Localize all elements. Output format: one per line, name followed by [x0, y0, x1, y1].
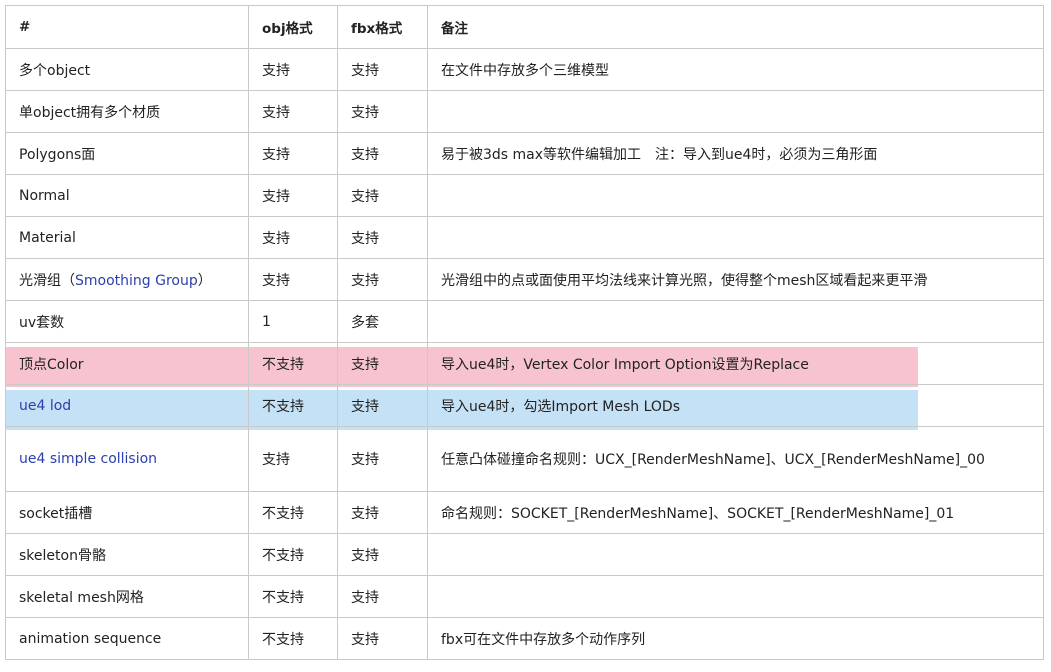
obj-support-cell: 不支持 [248, 491, 338, 534]
note-cell: 导入ue4时，勾选Import Mesh LODs [427, 384, 1044, 427]
table-row: Normal 支持 支持 [5, 174, 1044, 217]
table-row: skeletal mesh网格 不支持 支持 [5, 575, 1044, 618]
smoothing-group-link[interactable]: Smoothing Group [75, 273, 198, 289]
obj-support-cell: 不支持 [248, 384, 338, 427]
fbx-support-cell: 支持 [337, 258, 428, 301]
comparison-table-container: # obj格式 fbx格式 备注 多个object 支持 支持 在文件中存放多个… [5, 5, 1044, 665]
table-row: socket插槽 不支持 支持 命名规则：SOCKET_[RenderMeshN… [5, 491, 1044, 534]
note-cell [427, 90, 1044, 133]
obj-support-cell: 不支持 [248, 617, 338, 660]
note-cell [427, 533, 1044, 576]
fbx-support-cell: 支持 [337, 491, 428, 534]
note-cell: 易于被3ds max等软件编辑加工 注：导入到ue4时，必须为三角形面 [427, 132, 1044, 175]
fbx-support-cell: 支持 [337, 384, 428, 427]
feature-prefix: 光滑组（ [19, 272, 75, 289]
feature-cell: skeleton骨骼 [5, 533, 249, 576]
feature-cell: Polygons面 [5, 132, 249, 175]
note-cell [427, 174, 1044, 217]
feature-cell: Normal [5, 174, 249, 217]
format-comparison-table: # obj格式 fbx格式 备注 多个object 支持 支持 在文件中存放多个… [5, 5, 1044, 660]
feature-cell-link[interactable]: ue4 simple collision [5, 426, 249, 492]
feature-cell: 光滑组（Smoothing Group） [5, 258, 249, 301]
fbx-support-cell: 多套 [337, 300, 428, 343]
note-cell: 导入ue4时，Vertex Color Import Option设置为Repl… [427, 342, 1044, 385]
fbx-support-cell: 支持 [337, 174, 428, 217]
table-row: animation sequence 不支持 支持 fbx可在文件中存放多个动作… [5, 617, 1044, 660]
note-cell [427, 575, 1044, 618]
fbx-support-cell: 支持 [337, 90, 428, 133]
obj-support-cell: 支持 [248, 132, 338, 175]
fbx-support-cell: 支持 [337, 216, 428, 259]
note-cell: 命名规则：SOCKET_[RenderMeshName]、SOCKET_[Ren… [427, 491, 1044, 534]
table-header-row: # obj格式 fbx格式 备注 [5, 5, 1044, 49]
table-row: uv套数 1 多套 [5, 300, 1044, 343]
obj-support-cell: 支持 [248, 216, 338, 259]
feature-cell: 顶点Color [5, 342, 249, 385]
feature-cell: animation sequence [5, 617, 249, 660]
header-cell-obj: obj格式 [248, 5, 338, 49]
fbx-support-cell: 支持 [337, 48, 428, 91]
feature-suffix: ） [197, 272, 212, 289]
fbx-support-cell: 支持 [337, 132, 428, 175]
obj-support-cell: 1 [248, 300, 338, 343]
feature-cell: socket插槽 [5, 491, 249, 534]
fbx-support-cell: 支持 [337, 533, 428, 576]
fbx-support-cell: 支持 [337, 575, 428, 618]
table-row: 光滑组（Smoothing Group） 支持 支持 光滑组中的点或面使用平均法… [5, 258, 1044, 301]
table-row: Material 支持 支持 [5, 216, 1044, 259]
note-cell: 光滑组中的点或面使用平均法线来计算光照，使得整个mesh区域看起来更平滑 [427, 258, 1044, 301]
table-row: 多个object 支持 支持 在文件中存放多个三维模型 [5, 48, 1044, 91]
feature-cell: 多个object [5, 48, 249, 91]
feature-cell: Material [5, 216, 249, 259]
note-cell: 在文件中存放多个三维模型 [427, 48, 1044, 91]
obj-support-cell: 支持 [248, 258, 338, 301]
header-cell-notes: 备注 [427, 5, 1044, 49]
table-row: Polygons面 支持 支持 易于被3ds max等软件编辑加工 注：导入到u… [5, 132, 1044, 175]
obj-support-cell: 不支持 [248, 342, 338, 385]
table-row: skeleton骨骼 不支持 支持 [5, 533, 1044, 576]
table-row-highlighted-blue: ue4 lod 不支持 支持 导入ue4时，勾选Import Mesh LODs [5, 384, 1044, 427]
table-row: ue4 simple collision 支持 支持 任意凸体碰撞命名规则：UC… [5, 426, 1044, 492]
note-cell: fbx可在文件中存放多个动作序列 [427, 617, 1044, 660]
feature-cell-link[interactable]: ue4 lod [5, 384, 249, 427]
note-cell [427, 300, 1044, 343]
note-cell: 任意凸体碰撞命名规则：UCX_[RenderMeshName]、UCX_[Ren… [427, 426, 1044, 492]
feature-cell: 单object拥有多个材质 [5, 90, 249, 133]
fbx-support-cell: 支持 [337, 426, 428, 492]
fbx-support-cell: 支持 [337, 342, 428, 385]
obj-support-cell: 支持 [248, 48, 338, 91]
obj-support-cell: 支持 [248, 90, 338, 133]
feature-cell: uv套数 [5, 300, 249, 343]
table-row-highlighted-pink: 顶点Color 不支持 支持 导入ue4时，Vertex Color Impor… [5, 342, 1044, 385]
obj-support-cell: 不支持 [248, 575, 338, 618]
obj-support-cell: 支持 [248, 426, 338, 492]
header-cell-index: # [5, 5, 249, 49]
table-row: 单object拥有多个材质 支持 支持 [5, 90, 1044, 133]
feature-cell: skeletal mesh网格 [5, 575, 249, 618]
header-cell-fbx: fbx格式 [337, 5, 428, 49]
obj-support-cell: 不支持 [248, 533, 338, 576]
fbx-support-cell: 支持 [337, 617, 428, 660]
obj-support-cell: 支持 [248, 174, 338, 217]
note-cell [427, 216, 1044, 259]
